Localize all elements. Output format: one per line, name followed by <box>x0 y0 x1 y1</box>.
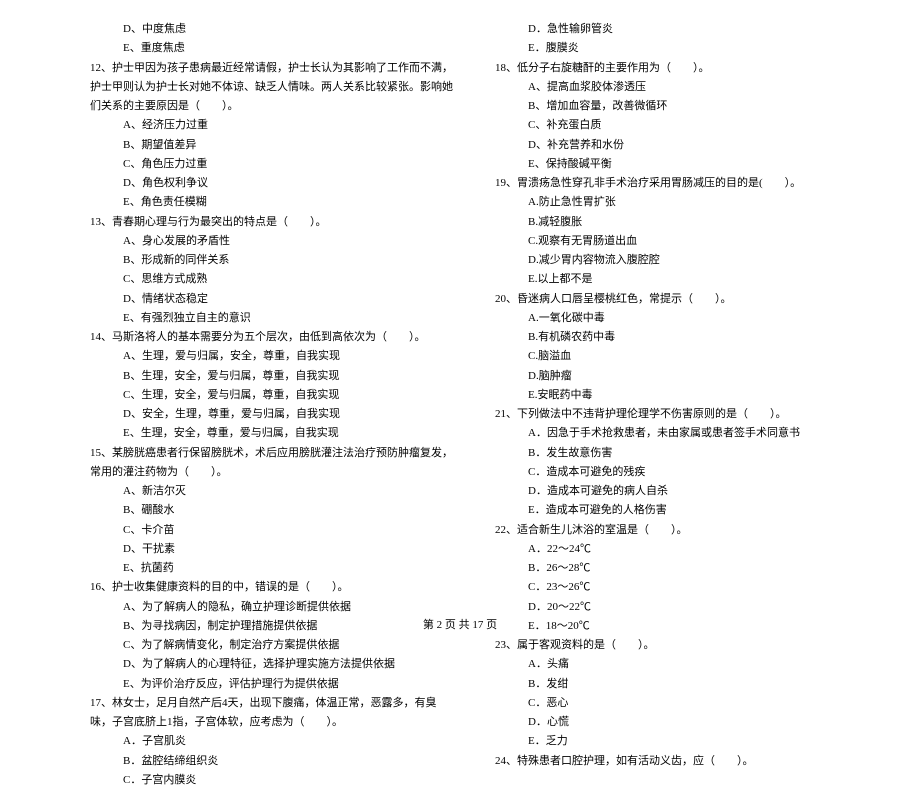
right-column: D．急性输卵管炎 E．腹膜炎 18、低分子右旋糖酐的主要作用为（ ）。 A、提高… <box>495 20 860 790</box>
q18-option-e: E、保持酸碱平衡 <box>495 155 860 174</box>
q12-option-d: D、角色权利争议 <box>90 174 455 193</box>
q17-option-d: D．急性输卵管炎 <box>495 20 860 39</box>
q24-stem: 24、特殊患者口腔护理，如有活动义齿，应（ ）。 <box>495 752 860 771</box>
q19-option-d: D.减少胃内容物流入腹腔腔 <box>495 251 860 270</box>
q12-option-c: C、角色压力过重 <box>90 155 455 174</box>
q20-option-e: E.安眠药中毒 <box>495 386 860 405</box>
q15-stem: 15、某膀胱癌患者行保留膀胱术，术后应用膀胱灌注法治疗预防肿瘤复发，常用的灌注药… <box>90 444 455 483</box>
q15-option-c: C、卡介苗 <box>90 521 455 540</box>
q20-option-c: C.脑溢血 <box>495 347 860 366</box>
q13-option-c: C、思维方式成熟 <box>90 270 455 289</box>
q23-option-d: D．心慌 <box>495 713 860 732</box>
q17-option-a: A．子宫肌炎 <box>90 732 455 751</box>
q14-stem: 14、马斯洛将人的基本需要分为五个层次，由低到高依次为（ ）。 <box>90 328 455 347</box>
q13-option-d: D、情绪状态稳定 <box>90 290 455 309</box>
q12-option-e: E、角色责任模糊 <box>90 193 455 212</box>
q20-option-d: D.脑肿瘤 <box>495 367 860 386</box>
q14-option-d: D、安全，生理，尊重，爱与归属，自我实现 <box>90 405 455 424</box>
q17-stem: 17、林女士，足月自然产后4天，出现下腹痛，体温正常，恶露多，有臭味，子宫底脐上… <box>90 694 455 733</box>
q18-option-b: B、增加血容量，改善微循环 <box>495 97 860 116</box>
q11-option-e: E、重度焦虑 <box>90 39 455 58</box>
q19-stem: 19、胃溃疡急性穿孔非手术治疗采用胃肠减压的目的是( ）。 <box>495 174 860 193</box>
q21-option-b: B．发生故意伤害 <box>495 444 860 463</box>
q15-option-a: A、新洁尔灭 <box>90 482 455 501</box>
q23-option-c: C．恶心 <box>495 694 860 713</box>
q19-option-a: A.防止急性胃扩张 <box>495 193 860 212</box>
q23-option-e: E．乏力 <box>495 732 860 751</box>
left-column: D、中度焦虑 E、重度焦虑 12、护士甲因为孩子患病最近经常请假，护士长认为其影… <box>90 20 455 790</box>
q19-option-b: B.减轻腹胀 <box>495 213 860 232</box>
q13-option-a: A、身心发展的矛盾性 <box>90 232 455 251</box>
q14-option-a: A、生理，爱与归属，安全，尊重，自我实现 <box>90 347 455 366</box>
q13-option-e: E、有强烈独立自主的意识 <box>90 309 455 328</box>
q14-option-c: C、生理，安全，爱与归属，尊重，自我实现 <box>90 386 455 405</box>
q22-option-d: D．20～22℃ <box>495 598 860 617</box>
q23-option-a: A．头痛 <box>495 655 860 674</box>
q21-option-c: C．造成本可避免的残疾 <box>495 463 860 482</box>
q12-option-b: B、期望值差异 <box>90 136 455 155</box>
q19-option-c: C.观察有无胃肠道出血 <box>495 232 860 251</box>
q16-option-d: D、为了解病人的心理特征，选择护理实施方法提供依据 <box>90 655 455 674</box>
q15-option-e: E、抗菌药 <box>90 559 455 578</box>
q14-option-b: B、生理，安全，爱与归属，尊重，自我实现 <box>90 367 455 386</box>
q18-option-a: A、提高血浆胶体渗透压 <box>495 78 860 97</box>
q21-stem: 21、下列做法中不违背护理伦理学不伤害原则的是（ ）。 <box>495 405 860 424</box>
q22-option-c: C．23～26℃ <box>495 578 860 597</box>
q18-stem: 18、低分子右旋糖酐的主要作用为（ ）。 <box>495 59 860 78</box>
q18-option-c: C、补充蛋白质 <box>495 116 860 135</box>
q23-option-b: B．发绀 <box>495 675 860 694</box>
q20-stem: 20、昏迷病人口唇呈樱桃红色，常提示（ ）。 <box>495 290 860 309</box>
q20-option-b: B.有机磷农药中毒 <box>495 328 860 347</box>
q22-stem: 22、适合新生儿沐浴的室温是（ ）。 <box>495 521 860 540</box>
q16-option-c: C、为了解病情变化，制定治疗方案提供依据 <box>90 636 455 655</box>
q16-option-a: A、为了解病人的隐私，确立护理诊断提供依据 <box>90 598 455 617</box>
q21-option-d: D．造成本可避免的病人自杀 <box>495 482 860 501</box>
q17-option-b: B．盆腔结缔组织炎 <box>90 752 455 771</box>
q11-option-d: D、中度焦虑 <box>90 20 455 39</box>
q17-option-c: C．子宫内膜炎 <box>90 771 455 790</box>
q13-stem: 13、青春期心理与行为最突出的特点是（ ）。 <box>90 213 455 232</box>
q19-option-e: E.以上都不是 <box>495 270 860 289</box>
q13-option-b: B、形成新的同伴关系 <box>90 251 455 270</box>
q23-stem: 23、属于客观资料的是（ ）。 <box>495 636 860 655</box>
q18-option-d: D、补充营养和水份 <box>495 136 860 155</box>
q16-stem: 16、护士收集健康资料的目的中，错误的是（ ）。 <box>90 578 455 597</box>
q12-stem: 12、护士甲因为孩子患病最近经常请假，护士长认为其影响了工作而不满，护士甲则认为… <box>90 59 455 117</box>
q12-option-a: A、经济压力过重 <box>90 116 455 135</box>
q20-option-a: A.一氧化碳中毒 <box>495 309 860 328</box>
q16-option-e: E、为评价治疗反应，评估护理行为提供依据 <box>90 675 455 694</box>
q21-option-e: E．造成本可避免的人格伤害 <box>495 501 860 520</box>
q15-option-d: D、干扰素 <box>90 540 455 559</box>
q15-option-b: B、硼酸水 <box>90 501 455 520</box>
q17-option-e: E．腹膜炎 <box>495 39 860 58</box>
q22-option-a: A．22～24℃ <box>495 540 860 559</box>
page-footer: 第 2 页 共 17 页 <box>0 616 920 632</box>
q22-option-b: B．26～28℃ <box>495 559 860 578</box>
q14-option-e: E、生理，安全，尊重，爱与归属，自我实现 <box>90 424 455 443</box>
q21-option-a: A．因急于手术抢救患者，未由家属或患者签手术同意书 <box>495 424 860 443</box>
